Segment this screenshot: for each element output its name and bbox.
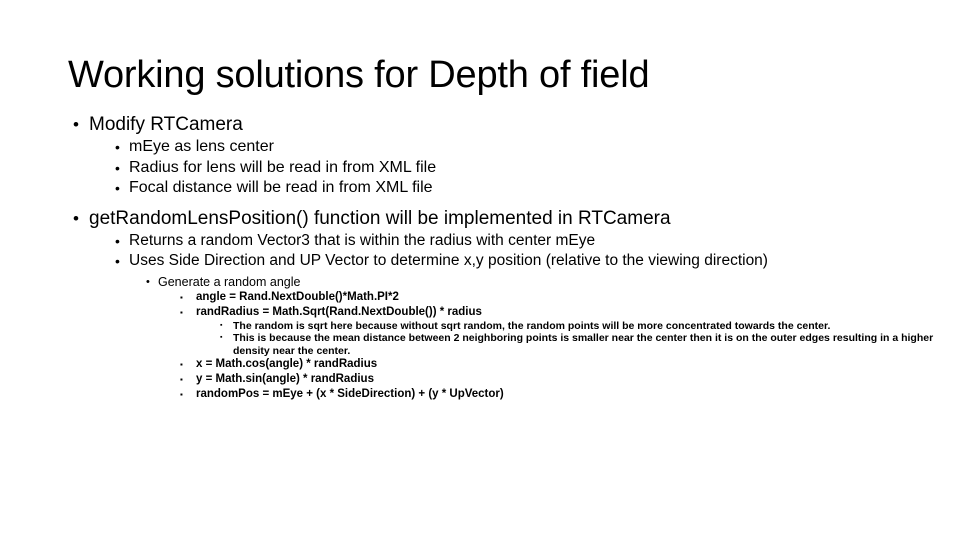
bullet-level1-get-random-lens-position: • getRandomLensPosition() function will … <box>73 206 889 231</box>
bullet-text-random-pos-formula: randomPos = mEye + (x * SideDirection) +… <box>196 388 504 401</box>
slide-canvas: Working solutions for Depth of field • M… <box>0 0 960 540</box>
square-bullet-icon: ▪ <box>180 307 183 317</box>
bullet-text-x-formula: x = Math.cos(angle) * randRadius <box>196 358 378 371</box>
square-bullet-icon: ▪ <box>180 292 183 302</box>
square-bullet-icon: ▪ <box>180 375 183 385</box>
bullet-text-m-eye: mEye as lens center <box>129 138 274 155</box>
bullet-level5-mean-distance-reason: ▪ This is because the mean distance betw… <box>220 332 946 357</box>
bullet-text-uses-side-direction: Uses Side Direction and UP Vector to det… <box>129 252 768 269</box>
bullet-text-generate-random-angle: Generate a random angle <box>158 274 301 289</box>
round-bullet-icon: • <box>115 159 120 176</box>
bullet-text-rand-radius-formula: randRadius = Math.Sqrt(Rand.NextDouble()… <box>196 305 482 318</box>
round-bullet-icon: • <box>115 180 120 196</box>
bullet-level2-m-eye: • mEye as lens center <box>115 137 931 158</box>
round-bullet-icon: • <box>73 115 79 134</box>
round-bullet-icon: • <box>115 253 120 269</box>
round-bullet-icon: • <box>115 232 120 249</box>
bullet-text-sqrt-reason: The random is sqrt here because without … <box>233 319 831 332</box>
bullet-level2-radius-xml: • Radius for lens will be read in from X… <box>115 158 931 179</box>
bullet-text-radius-xml: Radius for lens will be read in from XML… <box>129 158 437 176</box>
round-bullet-icon: • <box>73 208 79 228</box>
bullet-level1-modify-camera: • Modify RTCamera <box>73 112 889 137</box>
bullet-text-mean-distance-reason: This is because the mean distance betwee… <box>233 332 934 357</box>
bullet-level4-random-pos-formula: ▪ randomPos = mEye + (x * SideDirection)… <box>180 387 960 402</box>
square-bullet-icon: ▪ <box>220 334 223 342</box>
bullet-text-modify-camera: Modify RTCamera <box>89 114 243 135</box>
bullet-text-y-formula: y = Math.sin(angle) * randRadius <box>196 373 374 386</box>
bullet-level5-sqrt-reason: ▪ The random is sqrt here because withou… <box>220 320 946 333</box>
square-bullet-icon: ▪ <box>220 321 223 329</box>
bullet-level4-x-formula: ▪ x = Math.cos(angle) * randRadius <box>180 357 960 372</box>
slide-body: • Modify RTCamera • mEye as lens center … <box>68 112 933 402</box>
bullet-level2-returns-vector3: • Returns a random Vector3 that is withi… <box>115 231 931 252</box>
bullet-text-focal-xml: Focal distance will be read in from XML … <box>129 179 433 196</box>
bullet-text-returns-vector3: Returns a random Vector3 that is within … <box>129 231 596 249</box>
bullet-level2-uses-side-direction: • Uses Side Direction and UP Vector to d… <box>115 251 931 272</box>
square-bullet-icon: ▪ <box>180 360 183 370</box>
bullet-level3-generate-random-angle: • Generate a random angle <box>146 274 960 290</box>
bullet-level2-focal-xml: • Focal distance will be read in from XM… <box>115 178 931 199</box>
page-title: Working solutions for Depth of field <box>68 54 650 96</box>
bullet-text-angle-formula: angle = Rand.NextDouble()*Math.PI*2 <box>196 290 399 303</box>
round-bullet-icon: • <box>146 275 150 288</box>
bullet-text-get-random-lens-position: getRandomLensPosition() function will be… <box>89 207 671 229</box>
bullet-level4-rand-radius-formula: ▪ randRadius = Math.Sqrt(Rand.NextDouble… <box>180 305 960 320</box>
round-bullet-icon: • <box>115 139 120 155</box>
bullet-level4-y-formula: ▪ y = Math.sin(angle) * randRadius <box>180 372 960 387</box>
square-bullet-icon: ▪ <box>180 390 183 400</box>
bullet-level4-angle-formula: ▪ angle = Rand.NextDouble()*Math.PI*2 <box>180 290 960 305</box>
